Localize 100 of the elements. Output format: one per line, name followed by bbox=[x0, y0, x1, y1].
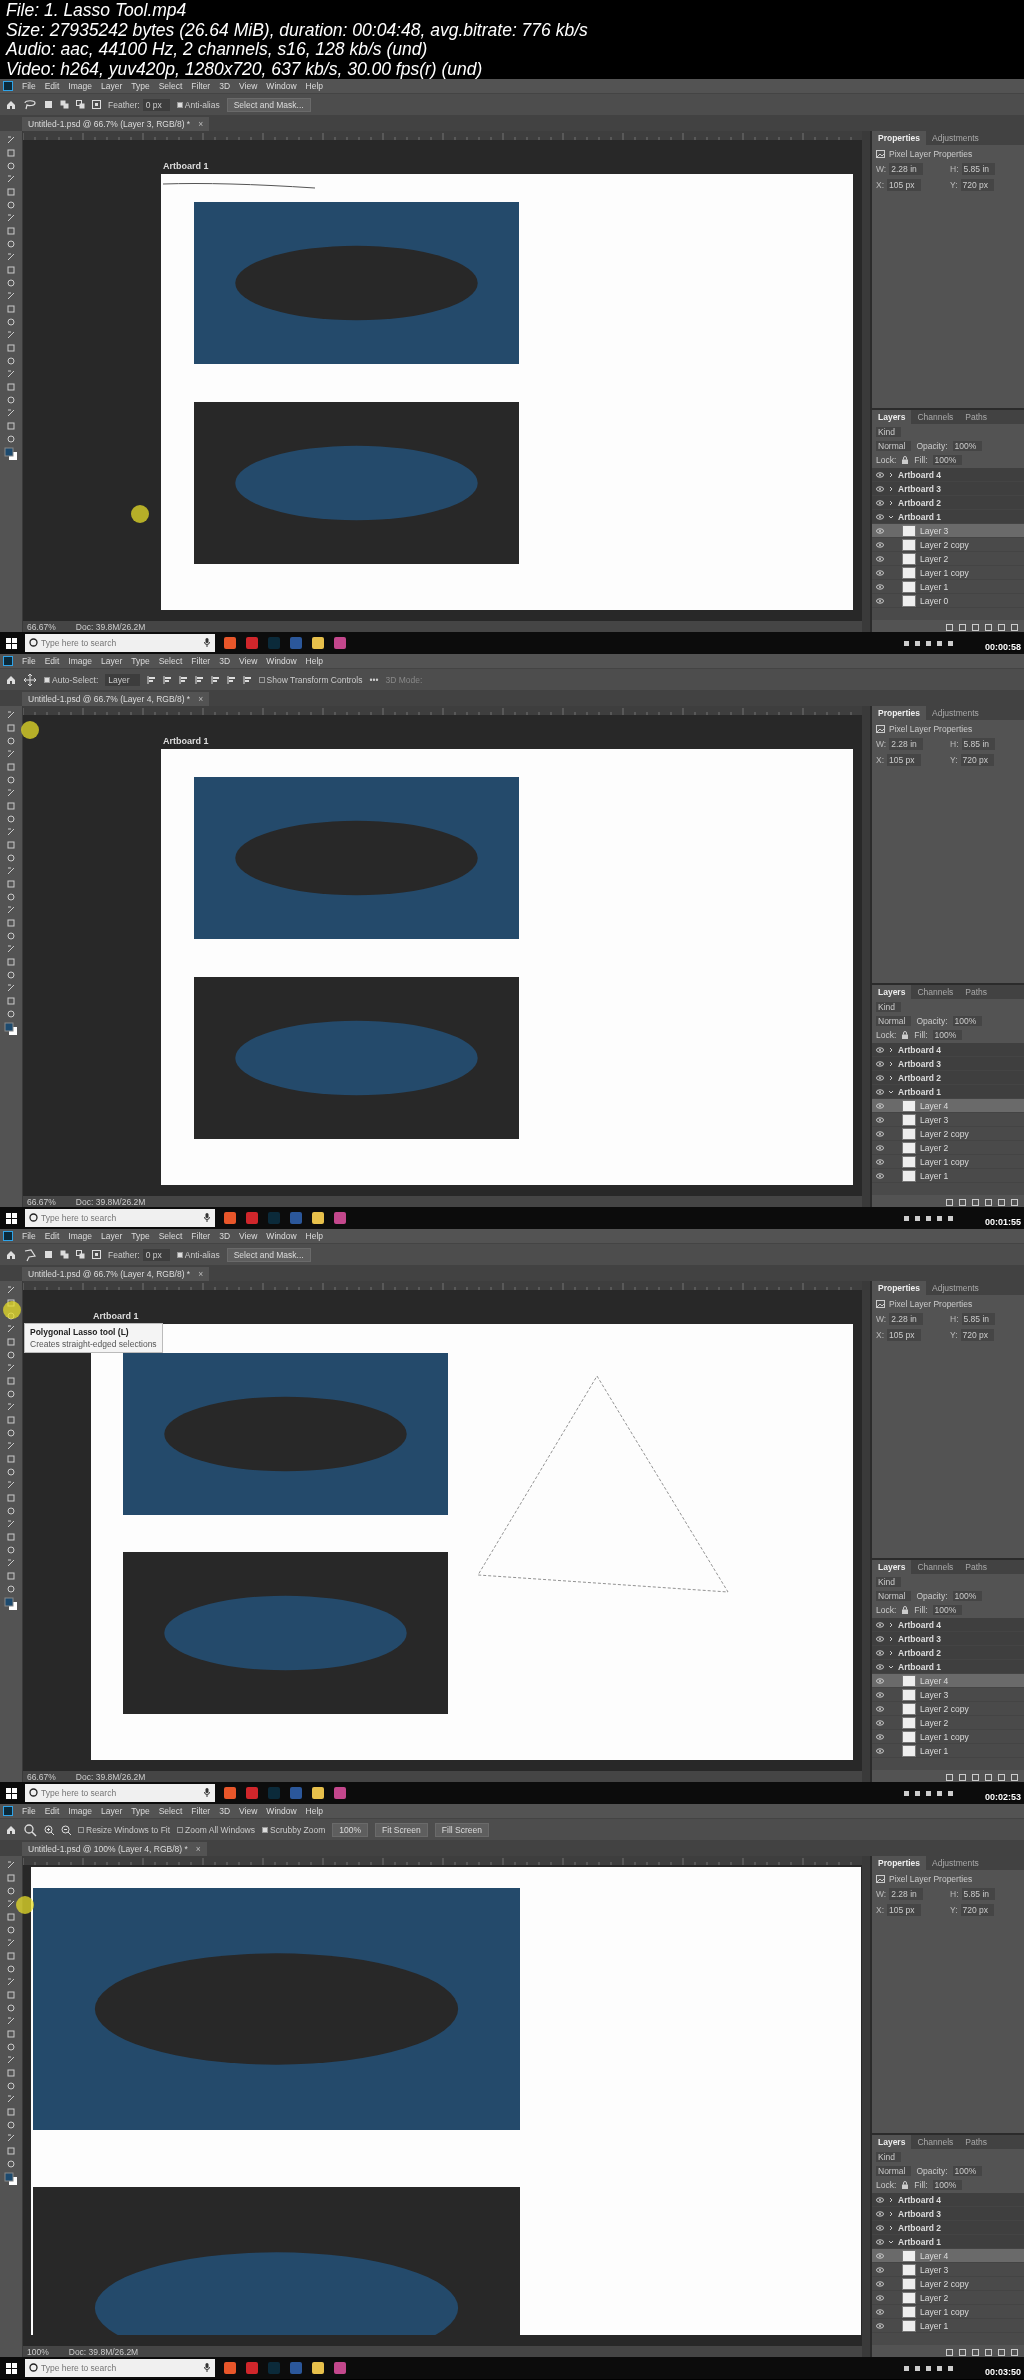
menu-item[interactable]: File bbox=[22, 656, 36, 666]
filter-dropdown[interactable]: Kind bbox=[876, 2152, 901, 2162]
menu-item[interactable]: Layer bbox=[101, 1806, 123, 1816]
layer-row[interactable]: Layer 0 bbox=[872, 594, 1024, 608]
fill-field[interactable]: 100% bbox=[932, 455, 963, 465]
zoom-out-icon[interactable] bbox=[61, 1824, 71, 1835]
checkbox[interactable] bbox=[177, 1826, 184, 1833]
eye-icon[interactable] bbox=[876, 1060, 884, 1067]
menu-item[interactable]: Layer bbox=[101, 1231, 123, 1241]
color-swatches-icon[interactable] bbox=[4, 1597, 18, 1611]
menu-item[interactable]: View bbox=[239, 1806, 258, 1816]
menu-item[interactable]: Help bbox=[305, 1231, 324, 1241]
microphone-icon[interactable] bbox=[204, 1213, 210, 1222]
input-field[interactable]: 720 px bbox=[960, 1329, 995, 1341]
layer-row[interactable]: Layer 3 bbox=[872, 2263, 1024, 2277]
input-field[interactable]: 2.28 in bbox=[889, 1888, 923, 1900]
align-icon[interactable] bbox=[226, 675, 236, 684]
layer-row[interactable]: Layer 4 bbox=[872, 2249, 1024, 2263]
layer-group-row[interactable]: Artboard 4 bbox=[872, 1043, 1024, 1057]
tool-icon[interactable] bbox=[6, 1977, 16, 1987]
windows-logo-icon[interactable] bbox=[6, 1787, 17, 1799]
layer-row[interactable]: Layer 2 copy bbox=[872, 1127, 1024, 1141]
menu-item[interactable]: Edit bbox=[44, 1231, 60, 1241]
eye-icon[interactable] bbox=[876, 471, 884, 478]
layer-group-row[interactable]: Artboard 4 bbox=[872, 468, 1024, 482]
eye-icon[interactable] bbox=[876, 541, 884, 548]
tool-icon[interactable] bbox=[6, 2016, 16, 2026]
menu-item[interactable]: Filter bbox=[191, 1231, 211, 1241]
input-field[interactable]: 5.85 in bbox=[961, 1313, 996, 1325]
menu-item[interactable]: View bbox=[239, 656, 258, 666]
opacity-field[interactable]: 100% bbox=[952, 441, 983, 451]
layer-row[interactable]: Layer 3 bbox=[872, 524, 1024, 538]
tool-icon[interactable] bbox=[6, 213, 16, 223]
align-icon[interactable] bbox=[146, 675, 156, 684]
eye-icon[interactable] bbox=[876, 2210, 884, 2217]
eye-icon[interactable] bbox=[876, 1691, 884, 1698]
menu-item[interactable]: Layer bbox=[101, 656, 123, 666]
layer-group-row[interactable]: Artboard 1 bbox=[872, 1660, 1024, 1674]
input-field[interactable]: 720 px bbox=[960, 179, 995, 191]
subtract-selection-icon[interactable] bbox=[76, 100, 85, 109]
tool-icon[interactable] bbox=[6, 330, 16, 340]
menu-item[interactable]: Window bbox=[266, 1806, 297, 1816]
input-field[interactable]: 0 px bbox=[142, 1248, 170, 1261]
lock-icon[interactable] bbox=[901, 1031, 910, 1039]
color-swatches-icon[interactable] bbox=[4, 2172, 18, 2186]
menu-item[interactable]: Window bbox=[266, 1231, 297, 1241]
layer-group-row[interactable]: Artboard 3 bbox=[872, 1632, 1024, 1646]
tool-icon[interactable] bbox=[6, 1402, 16, 1412]
layer-row[interactable]: Layer 1 copy bbox=[872, 566, 1024, 580]
menu-item[interactable]: Select bbox=[158, 81, 183, 91]
menu-item[interactable]: Type bbox=[131, 81, 150, 91]
tool-icon[interactable] bbox=[6, 1324, 16, 1334]
app-icon[interactable] bbox=[223, 1211, 237, 1225]
fill-field[interactable]: 100% bbox=[932, 1605, 963, 1615]
app-icon[interactable] bbox=[223, 2361, 237, 2375]
eye-icon[interactable] bbox=[876, 1663, 884, 1670]
panel-tab[interactable]: Properties bbox=[872, 706, 927, 720]
input-field[interactable]: 5.85 in bbox=[961, 738, 996, 750]
menu-item[interactable]: File bbox=[22, 1231, 36, 1241]
panel-tab[interactable]: Layers bbox=[872, 410, 912, 424]
color-swatches-icon[interactable] bbox=[4, 1022, 18, 1036]
eye-icon[interactable] bbox=[876, 1621, 884, 1628]
panel-tab[interactable]: Properties bbox=[872, 131, 927, 145]
input-field[interactable]: 5.85 in bbox=[961, 1888, 996, 1900]
align-icon[interactable] bbox=[162, 675, 172, 684]
input-field[interactable]: 720 px bbox=[960, 754, 995, 766]
filter-dropdown[interactable]: Kind bbox=[876, 1002, 901, 1012]
eye-icon[interactable] bbox=[876, 2322, 884, 2329]
layer-group-row[interactable]: Artboard 2 bbox=[872, 2221, 1024, 2235]
eye-icon[interactable] bbox=[876, 2252, 884, 2259]
eye-icon[interactable] bbox=[876, 1158, 884, 1165]
zoom-in-icon[interactable] bbox=[44, 1824, 54, 1835]
panel-tab[interactable]: Paths bbox=[959, 1560, 994, 1574]
layer-row[interactable]: Layer 2 bbox=[872, 1716, 1024, 1730]
eye-icon[interactable] bbox=[876, 1677, 884, 1684]
input-field[interactable]: 105 px bbox=[887, 1329, 921, 1341]
close-icon[interactable]: × bbox=[198, 1269, 204, 1279]
blend-mode-dropdown[interactable]: Normal bbox=[876, 1591, 912, 1601]
layer-group-row[interactable]: Artboard 2 bbox=[872, 1646, 1024, 1660]
checkbox[interactable] bbox=[258, 676, 265, 683]
layer-row[interactable]: Layer 2 bbox=[872, 2291, 1024, 2305]
menu-item[interactable]: Help bbox=[305, 656, 324, 666]
panel-tab[interactable]: Properties bbox=[872, 1856, 927, 1870]
search-field[interactable]: Type here to search bbox=[25, 2359, 215, 2377]
eye-icon[interactable] bbox=[876, 1144, 884, 1151]
eye-icon[interactable] bbox=[876, 485, 884, 492]
add-selection-icon[interactable] bbox=[60, 100, 69, 109]
move-icon[interactable] bbox=[23, 672, 37, 687]
tool-icon[interactable] bbox=[6, 408, 16, 418]
option-button[interactable]: Select and Mask... bbox=[226, 1247, 311, 1262]
layer-row[interactable]: Layer 4 bbox=[872, 1674, 1024, 1688]
layer-row[interactable]: Layer 1 bbox=[872, 2319, 1024, 2333]
eye-icon[interactable] bbox=[876, 1102, 884, 1109]
tool-icon[interactable] bbox=[6, 291, 16, 301]
windows-logo-icon[interactable] bbox=[6, 637, 17, 649]
layer-row[interactable]: Layer 2 copy bbox=[872, 1702, 1024, 1716]
layer-row[interactable]: Layer 2 copy bbox=[872, 538, 1024, 552]
lock-icon[interactable] bbox=[901, 456, 910, 464]
app-icon[interactable] bbox=[311, 2361, 325, 2375]
layer-group-row[interactable]: Artboard 3 bbox=[872, 482, 1024, 496]
